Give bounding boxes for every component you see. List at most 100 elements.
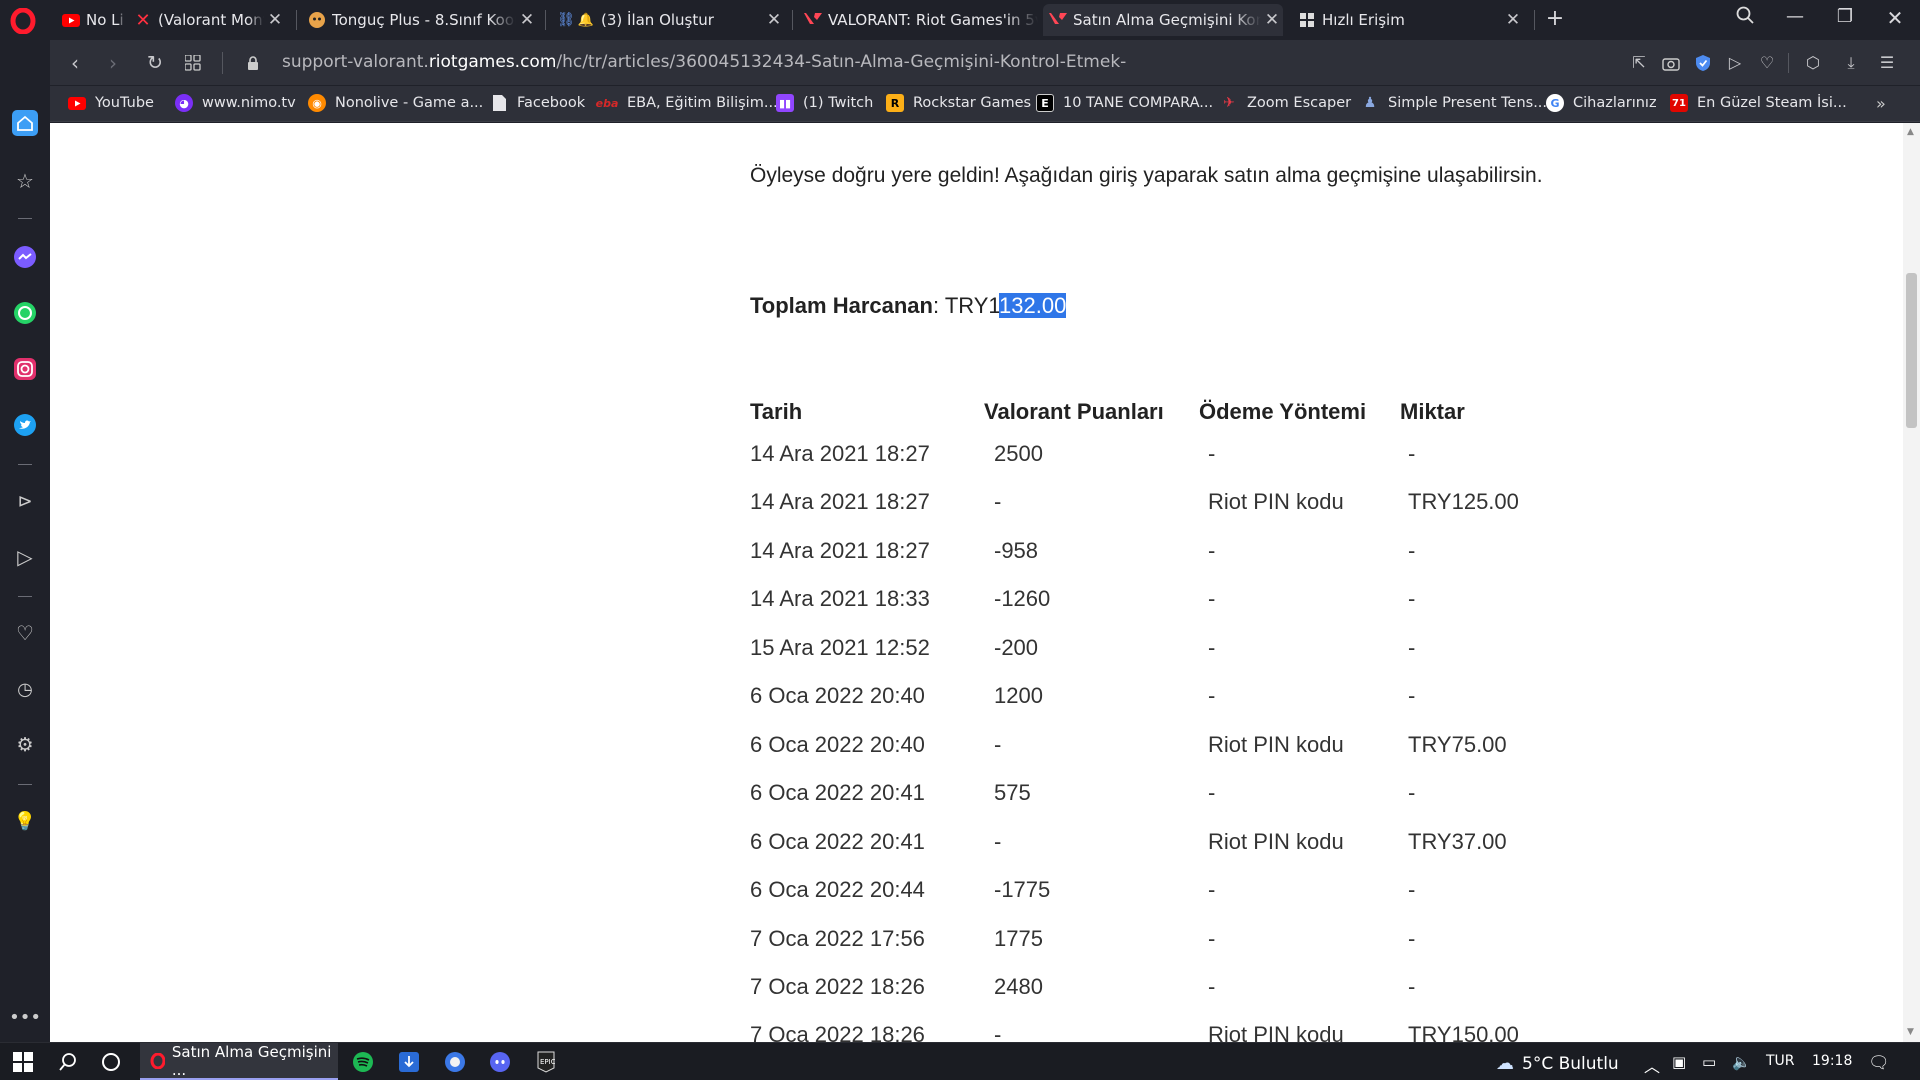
tab-close-icon[interactable]: ✕ (763, 10, 785, 30)
home-icon[interactable] (12, 110, 38, 136)
cell-amount: - (1408, 586, 1416, 611)
google-icon: G (1546, 94, 1564, 112)
whatsapp-icon[interactable] (12, 300, 38, 326)
back-icon[interactable]: ‹ (62, 50, 88, 76)
tab-close-icon[interactable]: ✕ (1261, 10, 1283, 30)
extensions-cube-icon[interactable]: ⬡ (1802, 52, 1824, 74)
table-row: 7 Oca 2022 18:26 - Riot PIN kodu TRY150.00 (50, 1022, 1903, 1042)
windows-start-icon[interactable] (10, 1049, 36, 1075)
cortana-icon[interactable] (98, 1049, 124, 1075)
minimize-icon[interactable]: — (1780, 6, 1810, 27)
scroll-thumb[interactable] (1906, 273, 1917, 428)
search-tabs-icon[interactable] (1730, 6, 1760, 29)
lightbulb-icon[interactable]: 💡 (12, 808, 38, 834)
tab-valorant-montaj[interactable]: ✕ (Valorant Montaj ✕ (128, 4, 286, 36)
cell-date: 6 Oca 2022 20:40 (750, 683, 925, 708)
tray-chevron-up-icon[interactable]: ︿ (1644, 1053, 1660, 1077)
clock-time[interactable]: 19:18 (1812, 1053, 1852, 1069)
page-scrollbar[interactable]: ▲ ▼ (1903, 123, 1920, 1042)
easy-setup-icon[interactable]: ☰ (1876, 52, 1898, 74)
bookmark-zoom-escaper[interactable]: ✈ Zoom Escaper (1220, 94, 1351, 112)
taskbar-opera-window[interactable]: Satın Alma Geçmişini ... (140, 1043, 338, 1080)
search-icon[interactable] (55, 1049, 81, 1075)
bookmark-steam-isim[interactable]: 71 En Güzel Steam İsi... (1670, 94, 1847, 112)
cell-date: 6 Oca 2022 20:44 (750, 877, 925, 902)
cell-date: 7 Oca 2022 18:26 (750, 974, 925, 999)
scroll-up-icon[interactable]: ▲ (1907, 127, 1914, 137)
cell-amount: - (1408, 538, 1416, 563)
total-amount-selected[interactable]: 132.00 (999, 293, 1067, 318)
settings-gear-icon[interactable]: ⚙ (12, 732, 38, 758)
tab-hizli-erisim[interactable]: Hızlı Erişim ✕ (1292, 4, 1524, 36)
bookmark-heart-icon[interactable]: ♡ (1756, 52, 1778, 74)
volume-icon[interactable]: 🔈 (1732, 1053, 1751, 1071)
bookmark-nonolive[interactable]: ◉ Nonolive - Game a... (308, 94, 483, 112)
tab-separator (1534, 10, 1535, 30)
device-icon[interactable]: ▣ (1672, 1053, 1686, 1071)
cell-method: - (1208, 974, 1216, 999)
window-close-icon[interactable]: ✕ (1880, 6, 1910, 30)
download-icon[interactable]: ⤓ (1840, 52, 1862, 74)
tab-close-icon[interactable]: ✕ (516, 10, 538, 30)
tab-no-lie[interactable]: No Lie (56, 4, 124, 36)
valorant-icon (1049, 11, 1067, 29)
bookmark-youtube[interactable]: YouTube (68, 94, 154, 112)
twitter-icon[interactable] (12, 412, 38, 438)
tab-close-icon[interactable]: ✕ (1502, 10, 1524, 30)
cell-points: - (994, 1022, 1002, 1042)
bookmark-twitch[interactable]: ▮▮ (1) Twitch (776, 94, 873, 112)
tab-close-icon[interactable]: ✕ (264, 10, 286, 30)
player-icon[interactable]: ⊳ (12, 488, 38, 514)
reload-icon[interactable]: ↻ (142, 50, 168, 76)
history-clock-icon[interactable]: ◷ (12, 676, 38, 702)
header-odeme-yontemi: Ödeme Yöntemi (1199, 399, 1367, 424)
url-field[interactable]: support-valorant.riotgames.com/hc/tr/art… (282, 52, 1126, 72)
new-tab-icon[interactable]: + (1540, 6, 1570, 31)
youtube-icon (68, 94, 86, 112)
bookmark-cihazlariniz[interactable]: G Cihazlarınız (1546, 94, 1657, 112)
messenger-icon[interactable] (12, 244, 38, 270)
tab-bar: No Lie ✕ (Valorant Montaj ✕ Tonguç Plus … (0, 0, 1920, 38)
opera-logo-icon[interactable] (10, 8, 36, 34)
cell-date: 14 Ara 2021 18:27 (750, 441, 930, 466)
cell-amount: - (1408, 974, 1416, 999)
cell-amount: TRY125.00 (1408, 489, 1519, 514)
bookmark-facebook[interactable]: Facebook (490, 94, 585, 112)
forward-icon[interactable]: › (100, 50, 126, 76)
bookmark-simple-present[interactable]: ♟ Simple Present Tens... (1361, 94, 1547, 112)
zoom-escaper-icon: ✈ (1223, 95, 1235, 111)
battery-icon[interactable]: ▭ (1702, 1053, 1716, 1071)
instagram-icon[interactable] (12, 356, 38, 382)
restore-icon[interactable]: ❐ (1830, 6, 1860, 27)
bookmark-compara[interactable]: E 10 TANE COMPARA... (1036, 94, 1213, 112)
page-icon (490, 94, 508, 112)
app-installer-icon[interactable] (396, 1049, 422, 1075)
browser-app-icon[interactable] (442, 1049, 468, 1075)
tab-ilan-olustur[interactable]: ⛓ 🔔 (3) İlan Oluştur ✕ (551, 4, 785, 36)
snapshot-icon[interactable] (1660, 52, 1682, 74)
input-language[interactable]: TUR (1766, 1053, 1795, 1069)
scroll-down-icon[interactable]: ▼ (1907, 1027, 1914, 1037)
lock-icon[interactable] (240, 50, 266, 76)
header-miktar: Miktar (1400, 399, 1465, 424)
bookmark-eba[interactable]: eba EBA, Eğitim Bilişim... (596, 94, 778, 112)
more-dots-icon[interactable]: ••• (9, 1004, 41, 1030)
tab-valorant-riot[interactable]: VALORANT: Riot Games'in 5v5 (798, 4, 1038, 36)
bookmark-rockstar[interactable]: R Rockstar Games (886, 94, 1031, 112)
share-icon[interactable]: ⇱ (1628, 52, 1650, 74)
star-icon[interactable]: ☆ (12, 168, 38, 194)
weather-widget[interactable]: ☁ 5°C Bulutlu (1496, 1053, 1619, 1074)
adblock-shield-icon[interactable] (1692, 52, 1714, 74)
send-icon[interactable]: ▷ (1724, 52, 1746, 74)
spotify-icon[interactable] (350, 1049, 376, 1075)
speed-dial-icon[interactable] (180, 50, 206, 76)
epic-games-icon[interactable]: EPIC (533, 1049, 559, 1075)
tab-tonguc-plus[interactable]: Tonguç Plus - 8.Sınıf Koordinat ✕ (302, 4, 538, 36)
heart-icon[interactable]: ♡ (12, 620, 38, 646)
tab-satin-alma-active[interactable]: Satın Alma Geçmişini Kontrol ✕ (1043, 4, 1283, 36)
notifications-icon[interactable]: 🗨 (1868, 1053, 1890, 1073)
discord-icon[interactable] (487, 1049, 513, 1075)
flow-send-icon[interactable]: ▷ (12, 544, 38, 570)
bookmark-nimo[interactable]: ◕ www.nimo.tv (175, 94, 296, 112)
more-bookmarks-icon[interactable]: » (1876, 94, 1886, 113)
